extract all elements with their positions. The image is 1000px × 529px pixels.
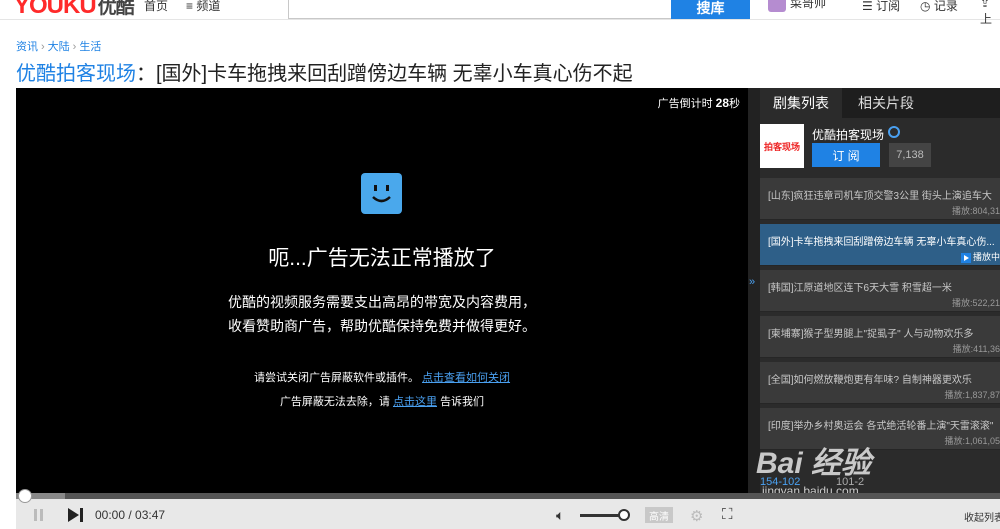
adblock-hint: 请尝试关闭广告屏蔽软件或插件。 点击查看如何关闭 <box>253 372 511 384</box>
subscriber-count: 7,138 <box>889 143 931 167</box>
play-icon <box>960 252 971 263</box>
collapse-list-button[interactable]: 收起列表 <box>964 509 1000 524</box>
episode-item-current[interactable]: [国外]卡车拖拽来回刮蹭傍边车辆 无辜小车真心伤... 播放中 <box>760 224 1000 266</box>
panel-collapse-handle[interactable]: » <box>748 88 760 495</box>
episode-item[interactable]: [全国]如何燃放鞭炮更有年味? 自制神器更欢乐 播放:1,837,87 <box>760 362 1000 404</box>
clock-icon: ◷ <box>920 0 931 13</box>
user-menu[interactable]: 菜哥帅 <box>768 0 826 12</box>
channel-logo[interactable]: 拍客现场 <box>760 124 804 168</box>
upload-icon: ⇪ <box>980 0 991 10</box>
next-icon[interactable] <box>68 508 84 522</box>
subscribe-button[interactable]: 订 阅 <box>812 143 880 167</box>
nav-upload[interactable]: ⇪ 上 <box>980 0 1000 27</box>
chevron-right-icon: › <box>41 41 45 53</box>
report-link[interactable]: 点击这里 <box>393 396 437 408</box>
top-nav: YOUKU 优酷 首页 ≡ 频道 搜库 菜哥帅 ☰ 订阅 ◷ 记录 ⇪ 上 <box>0 0 1000 26</box>
error-title: 呃...广告无法正常播放了 <box>268 247 496 270</box>
verified-icon <box>888 126 900 138</box>
how-to-disable-link[interactable]: 点击查看如何关闭 <box>422 372 510 384</box>
time-display: 00:00 / 03:47 <box>95 508 166 522</box>
username: 菜哥帅 <box>790 0 827 10</box>
chevron-right-icon: › <box>72 41 77 53</box>
episode-page-next[interactable]: 101-2 <box>836 476 864 488</box>
channel-name[interactable]: 优酷拍客现场 <box>812 126 884 143</box>
ad-countdown: 广告倒计时 28秒 <box>657 96 740 110</box>
episode-item[interactable]: [印度]举办乡村奥运会 各式绝活轮番上演"天雷滚滚" 播放:1,061,05 <box>760 408 1000 450</box>
seek-handle[interactable] <box>18 489 32 503</box>
search-input[interactable] <box>288 0 672 19</box>
tab-related[interactable]: 相关片段 <box>858 88 914 118</box>
nav-subscribe[interactable]: ☰ 订阅 <box>862 0 900 14</box>
avatar <box>768 0 786 12</box>
nav-record[interactable]: ◷ 记录 <box>920 0 958 14</box>
video-title: [国外]卡车拖拽来回刮蹭傍边车辆 无辜小车真心伤不起 <box>156 63 633 85</box>
breadcrumb-item[interactable]: 生活 <box>79 41 101 53</box>
tab-episodes[interactable]: 剧集列表 <box>760 88 842 118</box>
breadcrumb-item[interactable]: 大陆 <box>48 41 70 53</box>
volume-icon[interactable]: 🔈︎ <box>556 507 564 524</box>
error-message: 优酷的视频服务需要支出高昂的带宽及内容费用， 收看赞助商广告，帮助优酷保持免费并做… <box>228 294 536 334</box>
nav-channel[interactable]: ≡ 频道 <box>186 0 220 14</box>
search-button[interactable]: 搜库 <box>671 0 750 19</box>
episode-item[interactable]: [柬埔寨]猴子型男腿上"捉虱子" 人与动物欢乐多 播放:411,36 <box>760 316 1000 358</box>
episode-item[interactable]: [韩国]江原道地区连下6天大雪 积雪超一米 播放:522,21 <box>760 270 1000 312</box>
rss-icon: ☰ <box>862 0 873 13</box>
gear-icon[interactable]: ⚙ <box>690 507 703 525</box>
video-player[interactable]: 广告倒计时 28秒 呃...广告无法正常播放了 优酷的视频服务需要支出高昂的带宽… <box>16 88 748 495</box>
youku-logo[interactable]: YOUKU 优酷 <box>14 0 135 20</box>
panel-tabs: 剧集列表 相关片段 <box>760 88 1000 118</box>
double-chevron-right-icon: » <box>749 276 756 288</box>
nav-home[interactable]: 首页 <box>144 0 168 14</box>
smiley-face-icon <box>361 173 402 214</box>
pause-icon[interactable] <box>33 509 44 521</box>
breadcrumb: 资讯 › 大陆 › 生活 <box>16 38 101 54</box>
title-channel-link[interactable]: 优酷拍客现场 <box>16 63 136 85</box>
page-title: 优酷拍客现场：[国外]卡车拖拽来回刮蹭傍边车辆 无辜小车真心伤不起 <box>16 63 633 85</box>
fullscreen-icon[interactable]: ⛶ <box>722 506 733 523</box>
report-hint: 广告屏蔽无法去除，请 点击这里 告诉我们 <box>279 396 485 408</box>
episode-item[interactable]: [山东]疯狂违章司机车顶交警3公里 街头上演追车大 播放:804,31 <box>760 178 1000 220</box>
quality-button[interactable]: 高清 <box>645 507 673 523</box>
episode-page-current[interactable]: 154-102 <box>760 476 800 488</box>
volume-handle[interactable] <box>618 509 630 521</box>
breadcrumb-item[interactable]: 资讯 <box>16 41 38 53</box>
